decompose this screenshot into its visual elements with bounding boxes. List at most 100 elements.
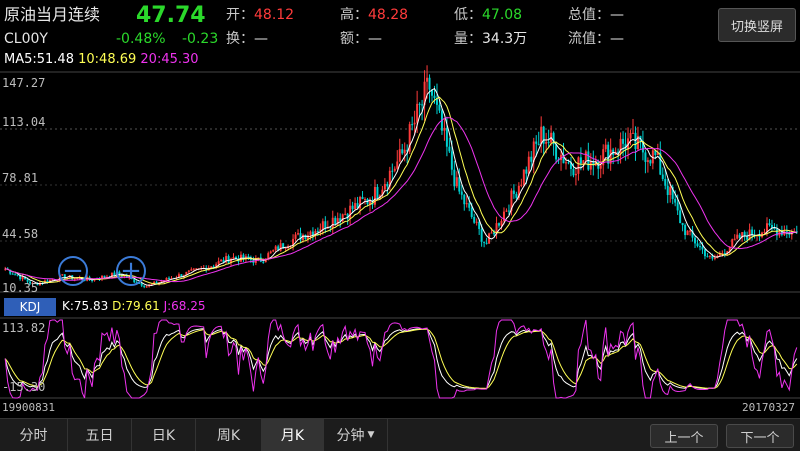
candle-body <box>217 261 220 265</box>
candle-body <box>165 277 168 281</box>
candle-body <box>220 259 223 262</box>
minus-icon: − <box>62 256 84 286</box>
end-date: 20170327 <box>742 401 795 414</box>
candle-body <box>525 169 528 174</box>
candle-body <box>746 236 749 240</box>
candle-body <box>269 251 272 254</box>
candle-body <box>316 231 319 233</box>
candle-body <box>708 255 711 257</box>
candle-body <box>661 174 664 179</box>
start-date: 19900831 <box>2 401 55 414</box>
candle-body <box>664 178 667 186</box>
price-axis-label: 44.58 <box>2 227 39 241</box>
candle-body <box>448 146 451 152</box>
tab-intraday[interactable]: 分时 <box>0 419 68 451</box>
candle-body <box>646 160 649 162</box>
kdj-j-value: J:68.25 <box>163 299 206 313</box>
candle-body <box>331 217 334 228</box>
candle-body <box>453 169 456 187</box>
candle-body <box>11 273 14 275</box>
candle-body <box>376 186 379 199</box>
next-button[interactable]: 下一个 <box>726 424 794 448</box>
candle-body <box>465 203 468 205</box>
candle-body <box>274 246 277 251</box>
candle-body <box>490 232 493 234</box>
candle-body <box>763 231 766 233</box>
candle-body <box>649 160 652 164</box>
candle-body <box>321 221 324 230</box>
candle-body <box>498 223 501 226</box>
candle-body <box>674 198 677 203</box>
price-axis-label: 147.27 <box>2 76 46 90</box>
candle-body <box>540 126 543 144</box>
zoom-out-button[interactable]: − <box>58 256 88 286</box>
candle-body <box>713 258 716 260</box>
kdj-lines <box>4 319 798 399</box>
candle-body <box>386 183 389 187</box>
candle-body <box>694 237 697 244</box>
candle-body <box>480 228 483 242</box>
candle-body <box>398 149 401 162</box>
tab-minute[interactable]: 分钟 ▼ <box>324 419 388 451</box>
candle-body <box>145 286 148 288</box>
tab-daily-k[interactable]: 日K <box>132 419 196 451</box>
candle-body <box>515 193 518 198</box>
candle-body <box>51 279 54 281</box>
candle-body <box>190 269 193 271</box>
candle-body <box>622 138 625 144</box>
candle-body <box>192 268 195 270</box>
candle-body <box>768 223 771 225</box>
candle-body <box>579 157 582 164</box>
zoom-in-button[interactable]: + <box>116 256 146 286</box>
candle-body <box>537 143 540 145</box>
candle-body <box>475 221 478 223</box>
candle-body <box>567 162 570 164</box>
candle-body <box>545 141 548 144</box>
candle-body <box>284 247 287 249</box>
tab-monthly-k[interactable]: 月K <box>262 419 324 451</box>
candle-body <box>507 210 510 212</box>
price-axis-label: 78.81 <box>2 171 39 185</box>
tab-weekly-k[interactable]: 周K <box>196 419 262 451</box>
candle-body <box>416 103 419 123</box>
candle-body <box>443 127 446 131</box>
candle-body <box>765 223 768 232</box>
kdj-axis-label: 113.82 <box>2 321 46 335</box>
price-axis-label: 113.04 <box>2 115 46 129</box>
candle-body <box>187 270 190 272</box>
candle-body <box>463 194 466 205</box>
candle-body <box>584 151 587 161</box>
tab-five-day[interactable]: 五日 <box>68 419 132 451</box>
candle-body <box>279 243 282 251</box>
candle-body <box>493 232 496 235</box>
candle-body <box>738 234 741 238</box>
candle-body <box>505 210 508 212</box>
candle-body <box>401 149 404 154</box>
candle-body <box>450 151 453 170</box>
candle-body <box>210 266 213 268</box>
candle-body <box>262 261 265 263</box>
candle-body <box>433 95 436 99</box>
candle-body <box>155 281 158 284</box>
candle-body <box>686 230 689 236</box>
candle-body <box>411 124 414 126</box>
indicator-kdj-button[interactable]: KDJ <box>4 298 56 316</box>
candle-body <box>421 104 424 106</box>
candle-body <box>788 233 791 235</box>
candle-body <box>599 165 602 169</box>
price-axis-label: 10.35 <box>2 281 39 295</box>
candle-body <box>689 230 692 232</box>
candle-body <box>334 217 337 225</box>
candle-body <box>304 234 307 240</box>
candle-body <box>103 275 106 278</box>
candle-body <box>582 160 585 164</box>
candle-body <box>696 243 699 247</box>
kline-chart[interactable] <box>0 0 800 418</box>
candle-body <box>460 191 463 195</box>
kdj-legend: K:75.83 D:79.61 J:68.25 <box>62 299 206 313</box>
previous-button[interactable]: 上一个 <box>650 424 718 448</box>
candle-body <box>21 276 24 280</box>
candle-body <box>455 177 458 187</box>
kdj-k-line <box>4 328 798 390</box>
candle-body <box>703 249 706 257</box>
